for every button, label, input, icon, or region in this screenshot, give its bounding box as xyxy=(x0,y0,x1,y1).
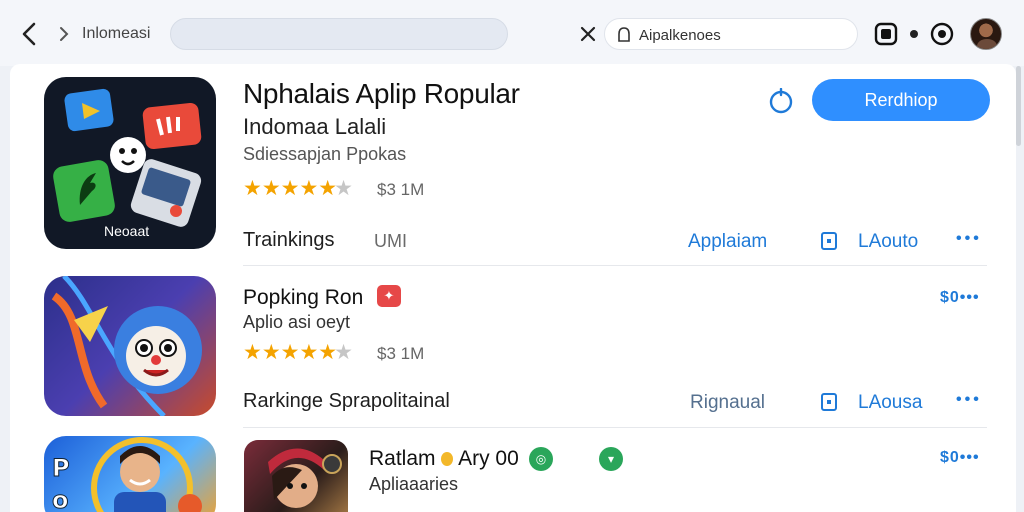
divider xyxy=(243,427,987,428)
download-count: $3 1M xyxy=(377,344,425,363)
refresh-icon[interactable] xyxy=(768,88,794,114)
address-bar[interactable] xyxy=(170,18,508,50)
rankings-value: UMI xyxy=(374,231,407,251)
back-arrow-icon[interactable] xyxy=(18,20,42,48)
svg-text:o: o xyxy=(52,486,69,512)
rankings-label: Trainkings xyxy=(243,229,335,251)
app-name[interactable]: Ratlam Ary 00 xyxy=(369,447,519,471)
more-options-button[interactable]: ••• xyxy=(956,391,982,409)
settings-icon[interactable] xyxy=(930,22,954,46)
rating-stars: ★★★★★★ xyxy=(243,177,353,200)
app-icon[interactable] xyxy=(244,440,348,512)
scrollbar[interactable] xyxy=(1016,66,1021,146)
app-icon[interactable] xyxy=(44,276,216,416)
app-icon-label: Neoaat xyxy=(104,223,150,239)
launch-link[interactable]: LAouto xyxy=(858,231,918,253)
close-icon[interactable] xyxy=(578,24,598,44)
developer-name[interactable]: Sdiessapjan Ppokas xyxy=(243,144,406,165)
game-hero-icon: P o xyxy=(52,437,202,512)
editors-choice-icon: ✦ xyxy=(377,285,401,307)
divider xyxy=(243,265,987,266)
get-button[interactable]: Rerdhiop xyxy=(812,79,990,121)
search-icon xyxy=(618,27,630,42)
application-link[interactable]: Rignaual xyxy=(690,392,765,414)
top-bar: Inlomeasi Aipalkenoes xyxy=(0,0,1024,66)
download-icon: ▾ xyxy=(599,447,623,471)
app-name[interactable]: Popking Ron xyxy=(243,286,363,310)
price-more-button[interactable]: $0••• xyxy=(940,449,980,467)
price-more-button[interactable]: $0••• xyxy=(940,289,980,307)
share-icon[interactable] xyxy=(874,22,898,46)
rating-stars: ★★★★★★ xyxy=(243,341,353,364)
launch-link[interactable]: LAousa xyxy=(858,392,922,414)
app-category: Aplio asi oeyt xyxy=(243,312,351,332)
menu-dot-icon[interactable] xyxy=(910,30,918,38)
rankings-label: Rarkinge Sprapolitainal xyxy=(243,390,450,412)
search-input[interactable]: Aipalkenoes xyxy=(604,18,858,50)
breadcrumb[interactable]: Inlomeasi xyxy=(82,25,150,43)
verified-icon: ◎ xyxy=(529,447,553,471)
bookmark-icon[interactable] xyxy=(820,231,838,251)
page-title: Nphalais Aplip Ropular xyxy=(243,78,520,109)
featured-subtitle: Indomaa Lalali xyxy=(243,114,387,139)
application-link[interactable]: Applaiam xyxy=(688,231,767,253)
svg-text:P: P xyxy=(52,454,70,482)
featured-app-icon[interactable]: Neoaat xyxy=(44,77,216,249)
game-character-icon xyxy=(268,448,342,508)
app-icon[interactable]: P o xyxy=(44,436,216,512)
more-options-button[interactable]: ••• xyxy=(956,230,982,248)
search-text: Aipalkenoes xyxy=(639,27,721,44)
avatar[interactable] xyxy=(970,18,1002,50)
download-count: $3 1M xyxy=(377,180,425,199)
game-character-icon xyxy=(51,276,202,416)
app-category: Apliaaaries xyxy=(369,474,459,494)
bookmark-icon[interactable] xyxy=(820,392,838,412)
forward-chevron-icon[interactable] xyxy=(56,24,72,44)
